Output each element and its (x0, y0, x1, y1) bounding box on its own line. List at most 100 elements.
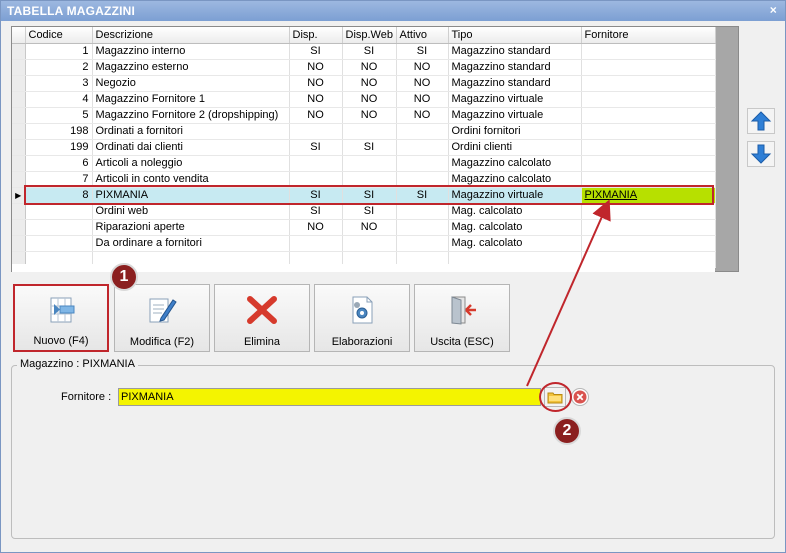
header-codice[interactable]: Codice (25, 27, 93, 44)
table-row[interactable]: ▶ 8 PIXMANIA SI SI SI Magazzino virtuale PIXMAN… (12, 187, 716, 204)
cell-fornitore (581, 171, 716, 188)
cell-disp: NO (289, 75, 343, 92)
move-down-button[interactable] (747, 141, 775, 167)
uscita-button[interactable]: Uscita (ESC) (414, 284, 510, 352)
cell-attivo (396, 139, 449, 156)
row-indicator[interactable] (12, 107, 26, 124)
cell-fornitore (581, 107, 716, 124)
table-row[interactable]: Riparazioni aperte NO NO Mag. calcolato (12, 219, 716, 236)
cell-attivo: NO (396, 107, 449, 124)
cell-disp-web (342, 123, 397, 140)
cell-codice (25, 219, 93, 236)
cell-disp-web (342, 235, 397, 252)
cell-disp-web (342, 155, 397, 172)
window-title: TABELLA MAGAZZINI (7, 4, 136, 18)
elaborazioni-button[interactable]: Elaborazioni (314, 284, 410, 352)
header-attivo[interactable]: Attivo (396, 27, 449, 44)
cell-descrizione: Magazzino Fornitore 2 (dropshipping) (92, 107, 290, 124)
row-indicator[interactable] (12, 43, 26, 60)
cell-codice: 1 (25, 43, 93, 60)
table-row[interactable]: 4 Magazzino Fornitore 1 NO NO NO Magazzino vi… (12, 91, 716, 108)
table-row[interactable]: 6 Articoli a noleggio Magazzino calcolato (12, 155, 716, 172)
folder-icon (547, 392, 563, 404)
cell-fornitore (581, 155, 716, 172)
row-indicator[interactable] (12, 91, 26, 108)
cell-fornitore (581, 123, 716, 140)
cell-attivo: NO (396, 59, 449, 76)
cell-codice: 3 (25, 75, 93, 92)
cell-disp-web: NO (342, 75, 397, 92)
table-row[interactable]: 2 Magazzino esterno NO NO NO Magazzino standa… (12, 59, 716, 76)
cell-disp: NO (289, 219, 343, 236)
cell-tipo: Magazzino calcolato (448, 171, 582, 188)
table-row[interactable]: Ordini web SI SI Mag. calcolato (12, 203, 716, 220)
modifica-label: Modifica (F2) (129, 336, 195, 348)
cell-tipo: Mag. calcolato (448, 203, 582, 220)
cell-fornitore: PIXMANIA (581, 187, 716, 204)
cell-tipo: Magazzino calcolato (448, 155, 582, 172)
new-record-icon (50, 297, 75, 323)
browse-fornitore-button[interactable] (544, 387, 566, 407)
cell-tipo: Ordini clienti (448, 139, 582, 156)
cell-attivo (396, 171, 449, 188)
cell-disp-web: SI (342, 203, 397, 220)
table-row[interactable]: 5 Magazzino Fornitore 2 (dropshipping) NO N… (12, 107, 716, 124)
table-row[interactable]: Da ordinare a fornitori Mag. calcolato (12, 235, 716, 252)
cell-tipo: Magazzino standard (448, 75, 582, 92)
nuovo-button[interactable]: Nuovo (F4) (13, 284, 109, 352)
cell-fornitore (581, 59, 716, 76)
table-row[interactable]: 1 Magazzino interno SI SI SI Magazzino standa… (12, 43, 716, 60)
cell-fornitore (581, 203, 716, 220)
cell-disp: SI (289, 139, 343, 156)
row-indicator[interactable] (12, 59, 26, 76)
cell-descrizione: Magazzino interno (92, 43, 290, 60)
cell-disp: SI (289, 43, 343, 60)
cell-codice: 4 (25, 91, 93, 108)
cell-disp-web: SI (342, 187, 397, 204)
cell-attivo (396, 155, 449, 172)
clear-x-icon (573, 390, 587, 404)
cell-attivo (396, 219, 449, 236)
row-indicator[interactable] (12, 123, 26, 140)
cell-fornitore (581, 75, 716, 92)
magazzini-window: TABELLA MAGAZZINI × Codice Descrizione D… (0, 0, 786, 553)
row-indicator[interactable]: ▶ (12, 187, 26, 204)
header-fornitore[interactable]: Fornitore (581, 27, 716, 44)
move-up-button[interactable] (747, 108, 775, 134)
delete-x-icon (247, 296, 277, 324)
header-disp-web[interactable]: Disp.Web (342, 27, 397, 44)
cell-tipo: Mag. calcolato (448, 235, 582, 252)
uscita-label: Uscita (ESC) (430, 336, 494, 348)
header-tipo[interactable]: Tipo (448, 27, 582, 44)
cell-descrizione: Ordinati dai clienti (92, 139, 290, 156)
close-icon[interactable]: × (770, 3, 777, 17)
fornitore-input[interactable] (118, 388, 541, 406)
table-row[interactable]: 7 Articoli in conto vendita Magazzino calc… (12, 171, 716, 188)
header-descrizione[interactable]: Descrizione (92, 27, 290, 44)
cell-codice: 199 (25, 139, 93, 156)
cell-tipo: Magazzino standard (448, 43, 582, 60)
row-indicator[interactable] (12, 219, 26, 236)
table-header: Codice Descrizione Disp. Disp.Web Attivo… (12, 27, 716, 44)
cell-tipo: Magazzino standard (448, 59, 582, 76)
row-indicator[interactable] (12, 139, 26, 156)
modifica-button[interactable]: Modifica (F2) (114, 284, 210, 352)
cell-codice (25, 235, 93, 252)
row-indicator[interactable] (12, 203, 26, 220)
cell-codice: 198 (25, 123, 93, 140)
header-disp[interactable]: Disp. (289, 27, 343, 44)
elimina-button[interactable]: Elimina (214, 284, 310, 352)
row-indicator[interactable] (12, 171, 26, 188)
table-row[interactable]: 198 Ordinati a fornitori Ordini fornitori (12, 123, 716, 140)
row-indicator[interactable] (12, 155, 26, 172)
table-row[interactable]: 3 Negozio NO NO NO Magazzino standard (12, 75, 716, 92)
row-indicator[interactable] (12, 235, 26, 252)
cell-tipo: Magazzino virtuale (448, 91, 582, 108)
row-indicator[interactable] (12, 75, 26, 92)
cell-descrizione: PIXMANIA (92, 187, 290, 204)
table-row[interactable]: 199 Ordinati dai clienti SI SI Ordini client… (12, 139, 716, 156)
cell-disp-web (342, 171, 397, 188)
clear-fornitore-button[interactable] (571, 388, 589, 406)
exit-door-icon (451, 296, 476, 325)
cell-descrizione: Ordini web (92, 203, 290, 220)
